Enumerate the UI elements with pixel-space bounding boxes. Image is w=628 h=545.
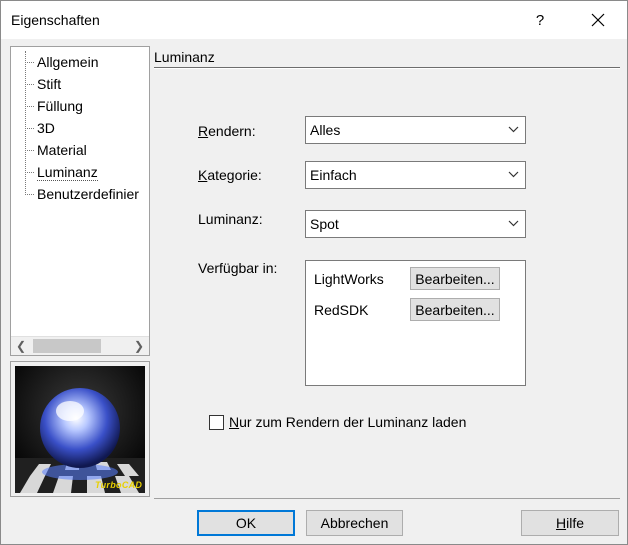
luminanz-value: Spot	[310, 216, 339, 232]
renderer-name-lightworks: LightWorks	[314, 271, 384, 287]
help-mnemonic: H	[555, 515, 567, 531]
rendern-label-rest: endern:	[208, 123, 256, 139]
tree-item-stift[interactable]: Stift	[11, 73, 149, 95]
scroll-thumb[interactable]	[33, 339, 101, 353]
tree-item-label: Luminanz	[37, 164, 98, 181]
tree-item-luminanz[interactable]: Luminanz	[11, 161, 149, 183]
kategorie-label: Kategorie:	[198, 167, 262, 183]
turbocad-logo-text: TurboCAD	[95, 480, 143, 490]
luminanz-label: Luminanz:	[198, 211, 263, 227]
help-title-button[interactable]: ?	[517, 1, 563, 39]
tree-horizontal-scrollbar[interactable]: ❮ ❯	[11, 336, 149, 355]
renderer-name-redsdk: RedSDK	[314, 302, 369, 318]
render-luminance-checkbox[interactable]	[209, 415, 224, 430]
luminanz-dropdown[interactable]: Spot	[305, 210, 526, 238]
tree-item-label: Benutzerdefinier	[37, 186, 139, 202]
chevron-down-icon	[508, 171, 519, 178]
scroll-left-icon[interactable]: ❮	[11, 337, 31, 355]
verfuegbar-label: Verfügbar in:	[198, 260, 278, 276]
tree-item-fuellung[interactable]: Füllung	[11, 95, 149, 117]
tree-item-benutzerdefiniert[interactable]: Benutzerdefinier	[11, 183, 149, 205]
edit-button-label: Bearbeiten...	[415, 301, 495, 318]
preview-sphere-image	[15, 366, 145, 493]
checkbox-mnemonic: N	[229, 414, 240, 430]
help-title-label: ?	[535, 11, 545, 29]
tree-item-label: Allgemein	[37, 54, 99, 70]
rendern-dropdown[interactable]: Alles	[305, 116, 526, 144]
kategorie-value: Einfach	[310, 167, 357, 183]
window-title: Eigenschaften	[11, 12, 100, 28]
tree-item-material[interactable]: Material	[11, 139, 149, 161]
material-preview: TurboCAD	[10, 361, 150, 497]
edit-redsdk-button[interactable]: Bearbeiten...	[410, 298, 500, 321]
edit-button-label: Bearbeiten...	[415, 270, 495, 287]
category-tree[interactable]: Allgemein Stift Füllung 3D Material Lumi…	[10, 46, 150, 356]
render-luminance-label[interactable]: Nur zum Rendern der Luminanz laden	[229, 414, 466, 430]
cancel-button-label: Abbrechen	[320, 515, 389, 531]
edit-lightworks-button[interactable]: Bearbeiten...	[410, 267, 500, 290]
tree-item-label: Stift	[37, 76, 62, 92]
close-button[interactable]	[575, 1, 621, 39]
help-button-label-rest: ilfe	[566, 515, 585, 531]
cancel-button[interactable]: Abbrechen	[306, 510, 403, 536]
kategorie-mnemonic: K	[198, 167, 208, 183]
tree-item-allgemein[interactable]: Allgemein	[11, 51, 149, 73]
section-divider	[154, 67, 620, 69]
rendern-mnemonic: R	[198, 123, 209, 139]
properties-dialog: Eigenschaften ? Allgemein Stift Füllung …	[0, 0, 628, 545]
title-bar: Eigenschaften ?	[1, 1, 627, 39]
renderer-list: LightWorks Bearbeiten... RedSDK Bearbeit…	[305, 260, 526, 386]
bottom-divider	[154, 498, 620, 499]
chevron-down-icon	[508, 126, 519, 133]
rendern-value: Alles	[310, 122, 341, 138]
section-title: Luminanz	[154, 49, 215, 65]
scroll-right-icon[interactable]: ❯	[129, 337, 149, 355]
rendern-label: Rendern:	[198, 123, 256, 139]
tree-item-label: 3D	[37, 120, 55, 136]
tree-item-3d[interactable]: 3D	[11, 117, 149, 139]
chevron-down-icon	[508, 220, 519, 227]
tree-item-label: Material	[37, 142, 87, 158]
tree-item-label: Füllung	[37, 98, 83, 114]
checkbox-label-rest: ur zum Rendern der Luminanz laden	[239, 414, 467, 430]
kategorie-dropdown[interactable]: Einfach	[305, 161, 526, 189]
kategorie-label-rest: ategorie:	[207, 167, 262, 183]
ok-button-label: OK	[235, 515, 257, 531]
ok-button[interactable]: OK	[197, 510, 295, 536]
close-icon	[591, 13, 605, 27]
help-button[interactable]: Hilfe	[521, 510, 619, 536]
